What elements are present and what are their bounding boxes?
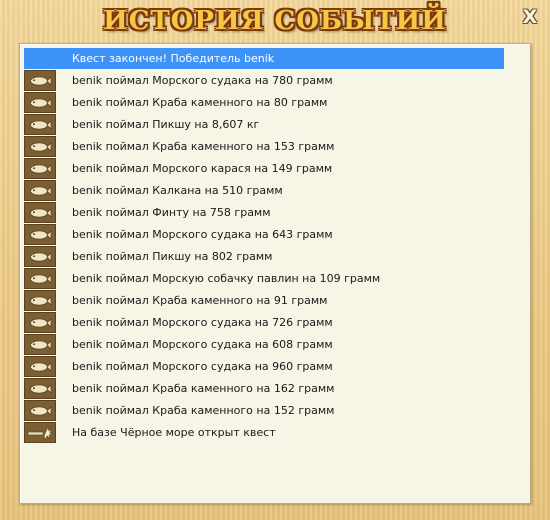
event-row[interactable]: benik поймал Морского судака на 643 грам…: [24, 224, 504, 245]
event-row[interactable]: benik поймал Краба каменного на 162 грам…: [24, 378, 504, 399]
fish-icon: [24, 202, 56, 223]
fish-icon: [24, 70, 56, 91]
event-row[interactable]: benik поймал Краба каменного на 91 грамм: [24, 290, 504, 311]
fish-icon: [24, 180, 56, 201]
event-text: benik поймал Морского судака на 780 грам…: [72, 74, 333, 87]
event-row[interactable]: benik поймал Краба каменного на 152 грам…: [24, 400, 504, 421]
event-row[interactable]: benik поймал Краба каменного на 80 грамм: [24, 92, 504, 113]
event-text: benik поймал Морского судака на 643 грам…: [72, 228, 333, 241]
event-row[interactable]: benik поймал Морского судака на 608 грам…: [24, 334, 504, 355]
fish-icon: [24, 246, 56, 267]
fish-icon: [24, 114, 56, 135]
fish-icon: [24, 312, 56, 333]
fish-icon: [24, 158, 56, 179]
event-row-selected[interactable]: Квест закончен! Победитель benik: [24, 48, 504, 69]
fish-icon: [24, 378, 56, 399]
fish-icon: [24, 356, 56, 377]
event-row[interactable]: benik поймал Финту на 758 грамм: [24, 202, 504, 223]
event-text: benik поймал Пикшу на 802 грамм: [72, 250, 273, 263]
event-row[interactable]: На базе Чёрное море открыт квест: [24, 422, 504, 443]
event-text: benik поймал Морскую собачку павлин на 1…: [72, 272, 381, 285]
event-row[interactable]: benik поймал Морского карася на 149 грам…: [24, 158, 504, 179]
event-text: benik поймал Краба каменного на 80 грамм: [72, 96, 328, 109]
fish-icon: [24, 268, 56, 289]
fish-icon: [24, 136, 56, 157]
fish-icon: [24, 334, 56, 355]
fish-icon: [24, 224, 56, 245]
fish-icon: [24, 400, 56, 421]
quest-icon: [24, 422, 56, 443]
event-text: На базе Чёрное море открыт квест: [72, 426, 276, 439]
event-text: benik поймал Краба каменного на 162 грам…: [72, 382, 335, 395]
event-text: benik поймал Краба каменного на 153 грам…: [72, 140, 335, 153]
window-title: ИСТОРИЯ СОБЫТИЙ: [103, 6, 447, 36]
event-row[interactable]: benik поймал Пикшу на 802 грамм: [24, 246, 504, 267]
event-text: benik поймал Морского карася на 149 грам…: [72, 162, 333, 175]
event-text: benik поймал Пикшу на 8,607 кг: [72, 118, 260, 131]
event-text: benik поймал Краба каменного на 152 грам…: [72, 404, 335, 417]
event-text: benik поймал Морского судака на 960 грам…: [72, 360, 333, 373]
fish-icon: [24, 290, 56, 311]
event-row[interactable]: benik поймал Морского судака на 960 грам…: [24, 356, 504, 377]
event-text: benik поймал Морского судака на 608 грам…: [72, 338, 333, 351]
fish-icon: [24, 92, 56, 113]
close-button[interactable]: X: [520, 7, 540, 27]
event-row[interactable]: benik поймал Морского судака на 726 грам…: [24, 312, 504, 333]
event-row[interactable]: benik поймал Морского судака на 780 грам…: [24, 70, 504, 91]
event-row[interactable]: benik поймал Краба каменного на 153 грам…: [24, 136, 504, 157]
event-text: benik поймал Калкана на 510 грамм: [72, 184, 283, 197]
event-text: Квест закончен! Победитель benik: [72, 52, 275, 65]
event-text: benik поймал Морского судака на 726 грам…: [72, 316, 333, 329]
event-row[interactable]: benik поймал Пикшу на 8,607 кг: [24, 114, 504, 135]
event-text: benik поймал Финту на 758 грамм: [72, 206, 271, 219]
event-row[interactable]: benik поймал Калкана на 510 грамм: [24, 180, 504, 201]
event-list: Квест закончен! Победитель benik benik по…: [19, 43, 531, 504]
event-row[interactable]: benik поймал Морскую собачку павлин на 1…: [24, 268, 504, 289]
event-text: benik поймал Краба каменного на 91 грамм: [72, 294, 328, 307]
